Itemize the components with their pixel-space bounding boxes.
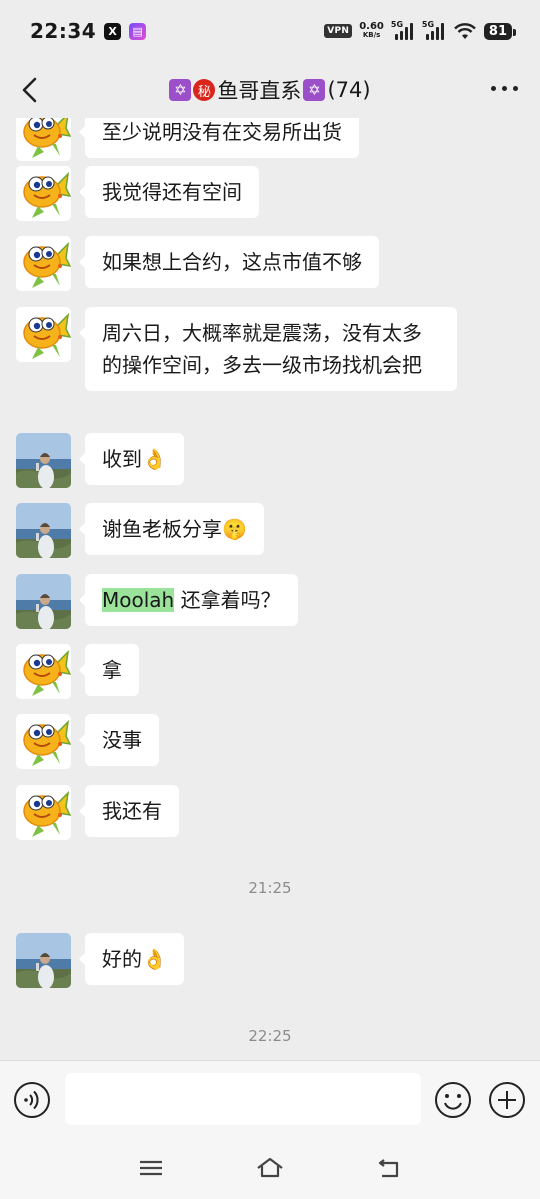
user-avatar[interactable] [16, 433, 71, 488]
wifi-icon [454, 23, 476, 39]
pay-app-icon: ▤ [129, 22, 147, 40]
home-icon[interactable] [255, 1154, 285, 1182]
message-row: 我觉得还有空间 [16, 166, 259, 221]
message-bubble[interactable]: Moolah 还拿着吗？ [79, 574, 298, 626]
battery-indicator: 81 [483, 22, 517, 40]
user-avatar[interactable] [16, 933, 71, 988]
message-bubble[interactable]: 谢鱼老板分享🤫 [79, 503, 264, 555]
star-badge-icon: ✡ [169, 79, 192, 101]
timestamp: 22:25 [248, 1027, 292, 1045]
signal-icon-1: 5G [391, 20, 415, 40]
secret-badge-icon: 秘 [193, 79, 216, 101]
voice-icon[interactable] [13, 1081, 51, 1119]
status-bar: 22:34 X ▤ VPN 0.60 KB/s 5G 5G 81 [0, 0, 540, 62]
message-row: Moolah 还拿着吗？ [16, 574, 298, 629]
message-bubble[interactable]: 好的👌 [79, 933, 184, 985]
message-input[interactable] [65, 1073, 421, 1125]
message-bubble[interactable]: 如果想上合约，这点市值不够 [79, 236, 379, 288]
message-row: 谢鱼老板分享🤫 [16, 503, 264, 558]
fish-avatar[interactable] [16, 236, 71, 291]
message-bubble[interactable]: 周六日，大概率就是震荡，没有太多的操作空间，多去一级市场找机会把 [79, 307, 457, 391]
fish-avatar[interactable] [16, 307, 71, 362]
message-row: 如果想上合约，这点市值不够 [16, 236, 379, 291]
message-row: 没事 [16, 714, 159, 769]
fish-avatar[interactable] [16, 785, 71, 840]
vpn-badge: VPN [324, 24, 353, 38]
chat-header: ✡ 秘 鱼哥直系 ✡ (74) [0, 62, 540, 118]
menu-icon[interactable] [136, 1154, 166, 1182]
ok-hand-emoji-icon: 👌 [142, 947, 167, 971]
star-badge-icon: ✡ [303, 79, 326, 101]
user-avatar[interactable] [16, 503, 71, 558]
input-bar [0, 1060, 540, 1140]
status-time: 22:34 [30, 19, 97, 43]
message-row: 收到👌 [16, 433, 184, 488]
return-icon[interactable] [375, 1154, 405, 1182]
chat-title: ✡ 秘 鱼哥直系 ✡ (74) [169, 75, 371, 105]
message-bubble[interactable]: 拿 [79, 644, 139, 696]
fish-avatar[interactable] [16, 118, 71, 161]
message-row: 我还有 [16, 785, 179, 840]
network-speed: 0.60 KB/s [359, 21, 384, 40]
user-avatar[interactable] [16, 574, 71, 629]
member-count: (74) [327, 78, 371, 102]
x-app-icon: X [104, 22, 122, 40]
ok-hand-emoji-icon: 👌 [142, 447, 167, 471]
chat-area[interactable]: 至少说明没有在交易所出货 我觉得还有空间 如果想上合约，这点市值不够 周六日，大… [0, 118, 540, 1060]
message-row: 拿 [16, 644, 139, 699]
fish-avatar[interactable] [16, 644, 71, 699]
message-bubble[interactable]: 没事 [79, 714, 159, 766]
message-row: 至少说明没有在交易所出货 [16, 118, 359, 161]
fish-avatar[interactable] [16, 714, 71, 769]
emoji-icon[interactable] [434, 1081, 472, 1119]
message-row: 周六日，大概率就是震荡，没有太多的操作空间，多去一级市场找机会把 [16, 307, 457, 391]
system-nav-bar [0, 1140, 540, 1199]
group-name: 鱼哥直系 [217, 79, 302, 103]
message-bubble[interactable]: 至少说明没有在交易所出货 [79, 118, 359, 158]
message-row: 好的👌 [16, 933, 184, 988]
signal-icon-2: 5G [422, 20, 446, 40]
fish-avatar[interactable] [16, 166, 71, 221]
message-bubble[interactable]: 收到👌 [79, 433, 184, 485]
message-bubble[interactable]: 我觉得还有空间 [79, 166, 259, 218]
more-icon[interactable] [491, 86, 518, 91]
plus-icon[interactable] [488, 1081, 526, 1119]
timestamp: 21:25 [248, 879, 292, 897]
highlighted-term[interactable]: Moolah [102, 588, 175, 612]
back-icon[interactable] [16, 74, 46, 106]
message-bubble[interactable]: 我还有 [79, 785, 179, 837]
shush-emoji-icon: 🤫 [222, 517, 247, 541]
